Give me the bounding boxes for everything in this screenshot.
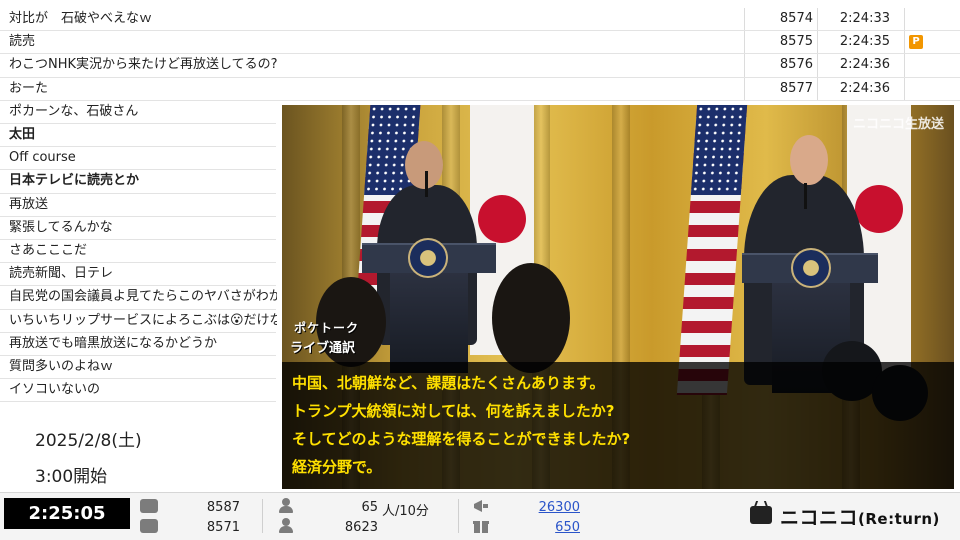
- comment-text: いちいちリップサービスによろこぶは😮だけな: [9, 312, 277, 328]
- comment-text: 緊張してるんかな: [9, 219, 113, 235]
- viewer-rate-unit: 人/10分: [382, 504, 429, 519]
- subtitle-line: 中国、北朝鮮など、課題はたくさんあります。: [292, 374, 605, 392]
- comment-row[interactable]: 太田: [0, 124, 276, 148]
- comment-bubble-icon: [140, 499, 158, 513]
- comment-row[interactable]: いちいちリップサービスによろこぶは😮だけな: [0, 310, 277, 333]
- gift-box-icon: [472, 518, 490, 534]
- interpreter-badge-label: ライブ通訳: [290, 341, 356, 356]
- comment-text: 対比が 石破やべえなｗ: [9, 11, 153, 26]
- comment-mark-cell: [904, 77, 960, 100]
- comment-row[interactable]: 緊張してるんかな: [0, 217, 276, 240]
- podium-left: [390, 273, 468, 373]
- comment-row[interactable]: 対比が 石破やべえなｗ 8574 2:24:33: [0, 8, 960, 32]
- comment-row[interactable]: 再放送でも暗黒放送になるかどうか: [0, 333, 276, 356]
- comment-text: 再放送: [9, 196, 49, 212]
- comment-number: 8577: [744, 77, 817, 100]
- comment-number: 8575: [744, 31, 817, 54]
- comment-mark-cell: P: [904, 31, 960, 54]
- microphone: [425, 171, 428, 197]
- comment-count: 8587: [206, 500, 240, 515]
- comment-row[interactable]: Off course: [0, 147, 276, 171]
- comment-time: 2:24:33: [817, 8, 904, 31]
- video-watermark: ニコニコ生放送: [852, 117, 944, 132]
- ad-points-link[interactable]: 26300: [520, 500, 580, 515]
- divider: [262, 499, 263, 533]
- comment-text: 読売新聞、日テレ: [9, 266, 114, 282]
- comment-text: Off course: [9, 150, 76, 166]
- interpreter-badge-brand: ポケトーク: [294, 321, 360, 335]
- comment-row[interactable]: わこつNHK実況から来たけど再放送してるの? 8576 2:24:36: [0, 54, 960, 78]
- audience-member: [492, 263, 570, 373]
- comment-text: ポカーンな、石破さん: [9, 103, 139, 119]
- subtitle-line: トランプ大統領に対しては、何を訴えましたか?: [292, 402, 615, 420]
- comment-time: 2:24:35: [817, 31, 904, 54]
- comment-text: 自民党の国会議員よ見てたらこのヤバさがわかるか: [9, 289, 277, 305]
- ad-megaphone-icon: [472, 498, 490, 514]
- speaker-left-head: [405, 141, 443, 189]
- comment-row[interactable]: 読売 8575 2:24:35 P: [0, 31, 960, 55]
- premium-badge-icon: P: [909, 35, 923, 50]
- subtitle-box: 中国、北朝鮮など、課題はたくさんあります。 トランプ大統領に対しては、何を訴えま…: [282, 362, 954, 489]
- comment-row[interactable]: 日本テレビに読売とか: [0, 170, 276, 194]
- comment-count-sub: 8571: [206, 520, 240, 535]
- elapsed-timer: 2:25:05: [4, 498, 130, 529]
- brand-main: ニコニコ: [780, 507, 859, 529]
- brand-sub: (Re:turn): [858, 510, 940, 528]
- comment-mark-cell: [904, 54, 960, 77]
- tv-logo-icon: [750, 506, 772, 524]
- comment-number: 8576: [744, 54, 817, 77]
- comment-bubble-icon: [140, 519, 158, 533]
- viewer-person-icon: [278, 518, 294, 534]
- comment-text: イソコいないの: [9, 382, 101, 398]
- subtitle-line: そしてどのような理解を得ることができましたか?: [292, 430, 631, 448]
- microphone: [804, 183, 807, 209]
- viewer-person-icon: [278, 498, 294, 514]
- comment-text: おーた: [9, 80, 49, 96]
- broadcast-start-time: 3:00開始: [35, 467, 108, 487]
- us-flag: [676, 105, 748, 395]
- status-bar: 2:25:05 8587 8571 65 人/10分 8623 26300 65…: [0, 492, 960, 540]
- comment-row[interactable]: 質問多いのよねｗ: [0, 356, 276, 380]
- comment-row[interactable]: おーた 8577 2:24:36: [0, 77, 960, 101]
- comment-time: 2:24:36: [817, 54, 904, 77]
- divider: [458, 499, 459, 533]
- comment-text: 太田: [9, 127, 36, 142]
- comment-time: 2:24:36: [817, 77, 904, 100]
- comment-text: 読売: [9, 34, 36, 50]
- presidential-seal-icon: [408, 238, 448, 278]
- niconico-brand[interactable]: ニコニコ(Re:turn): [780, 503, 940, 530]
- speaker-right-head: [790, 135, 828, 185]
- comment-row[interactable]: イソコいないの: [0, 379, 276, 403]
- comment-row[interactable]: 読売新聞、日テレ: [0, 263, 276, 287]
- viewer-count: 8623: [344, 520, 378, 535]
- gift-points-link[interactable]: 650: [520, 520, 580, 535]
- comment-row[interactable]: さあこここだ: [0, 240, 276, 264]
- comment-text: わこつNHK実況から来たけど再放送してるの?: [9, 57, 278, 73]
- comment-text: 再放送でも暗黒放送になるかどうか: [9, 335, 218, 351]
- comment-text: 質問多いのよねｗ: [9, 359, 114, 374]
- comment-text: 日本テレビに読売とか: [9, 173, 140, 189]
- comment-row[interactable]: ポカーンな、石破さん: [0, 101, 276, 124]
- broadcast-date: 2025/2/8(土): [35, 431, 142, 451]
- comment-row[interactable]: 自民党の国会議員よ見てたらこのヤバさがわかるか: [0, 286, 277, 310]
- viewer-rate: 65: [361, 500, 378, 515]
- presidential-seal-icon: [791, 248, 831, 288]
- comment-mark-cell: [904, 8, 960, 31]
- video-player[interactable]: ニコニコ生放送 ポケトーク ライブ通訳 中国、北朝鮮など、課題はたくさんあります…: [282, 105, 954, 489]
- comment-text: さあこここだ: [9, 243, 88, 258]
- comment-row[interactable]: 再放送: [0, 194, 276, 217]
- comment-number: 8574: [744, 8, 817, 31]
- subtitle-line: 経済分野で。: [292, 458, 382, 476]
